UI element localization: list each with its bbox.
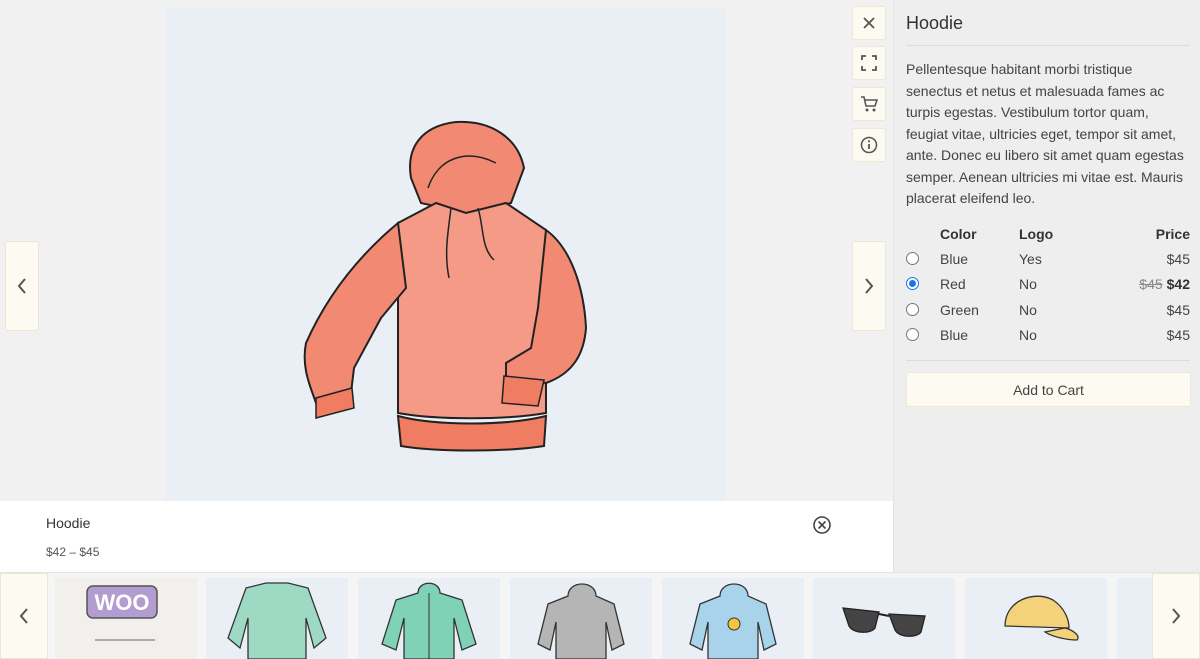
header-color: Color (940, 226, 977, 242)
thumbnail-blue-emoji-hoodie[interactable] (662, 578, 804, 659)
gray-hoodie-image (537, 583, 625, 659)
fullscreen-icon (861, 55, 877, 71)
variation-sale-price: $42 (1166, 276, 1190, 293)
info-icon (860, 136, 878, 154)
variation-radio-selected[interactable] (906, 277, 919, 291)
thumbnail-green-zip-hoodie[interactable] (358, 578, 500, 659)
variation-old-price: $45 (1139, 276, 1163, 293)
lightbox-stage: Hoodie $42 – $45 (0, 0, 893, 572)
variation-radio[interactable] (906, 328, 919, 342)
green-sweater-image (227, 582, 327, 659)
header-logo: Logo (1019, 226, 1054, 242)
cart-icon (861, 96, 878, 112)
chevron-right-icon (865, 278, 874, 294)
close-button[interactable] (852, 6, 886, 40)
product-image (166, 8, 726, 501)
variation-logo: No (1019, 327, 1037, 344)
variation-color: Green (940, 301, 979, 318)
variation-radio[interactable] (906, 302, 919, 316)
previous-image-button[interactable] (5, 241, 39, 331)
variation-price: $45 (1166, 301, 1190, 318)
yellow-cap-image (1004, 595, 1079, 641)
variation-logo: Yes (1019, 250, 1042, 267)
product-panel: Hoodie Pellentesque habitant morbi trist… (893, 0, 1200, 572)
variation-row[interactable]: Green No $45 (906, 297, 1190, 323)
variations-header: Color Logo Price (906, 222, 1190, 246)
info-button[interactable] (852, 128, 886, 162)
cart-button[interactable] (852, 87, 886, 121)
green-zip-hoodie-image (381, 582, 477, 659)
thumbnail-sunglasses[interactable] (813, 578, 955, 659)
variation-color: Blue (940, 250, 969, 267)
variation-row[interactable]: Blue No $45 (906, 323, 1190, 349)
thumbnails-next-button[interactable] (1152, 573, 1200, 659)
woo-logo-text: WOO (95, 590, 150, 615)
thumbnail-green-sweater[interactable] (206, 578, 348, 659)
thumbnail-strip: WOO (0, 572, 1200, 659)
divider (906, 360, 1190, 361)
woo-album-image: WOO (55, 578, 197, 659)
next-image-button[interactable] (852, 241, 886, 331)
fullscreen-button[interactable] (852, 46, 886, 80)
thumbnail-woo-album[interactable]: WOO (55, 578, 197, 659)
blue-emoji-hoodie-image (689, 583, 777, 659)
variation-radio[interactable] (906, 251, 919, 265)
chevron-left-icon (19, 608, 28, 624)
chevron-right-icon (1172, 608, 1181, 624)
close-icon (863, 17, 875, 29)
product-title: Hoodie (906, 13, 964, 33)
sunglasses-image (842, 607, 926, 637)
variation-color: Blue (940, 327, 969, 344)
variation-row[interactable]: Red No $45 $42 (906, 272, 1190, 298)
chevron-left-icon (17, 278, 26, 294)
divider (906, 45, 1190, 46)
variation-price: $45 (1166, 327, 1190, 344)
header-price: Price (1155, 226, 1190, 242)
caption-title: Hoodie (46, 515, 91, 531)
variation-logo: No (1019, 301, 1037, 318)
thumbnail-gray-hoodie[interactable] (510, 578, 652, 659)
variation-price: $45 (1166, 250, 1190, 267)
product-description: Pellentesque habitant morbi tristique se… (906, 61, 1184, 206)
add-to-cart-button[interactable]: Add to Cart (906, 372, 1191, 407)
variation-logo: No (1019, 276, 1037, 293)
thumbnail-yellow-cap[interactable] (965, 578, 1107, 659)
variation-color: Red (940, 276, 966, 293)
partial-item-image (1117, 578, 1157, 659)
image-caption: Hoodie $42 – $45 (0, 501, 893, 572)
caption-price: $42 – $45 (46, 545, 100, 559)
hoodie-illustration (303, 120, 588, 452)
variations-table: Color Logo Price Blue Yes $45 Red No $45… (906, 222, 1190, 348)
variation-row[interactable]: Blue Yes $45 (906, 246, 1190, 272)
thumbnail-partial-item[interactable] (1117, 578, 1157, 659)
caption-close-icon[interactable] (812, 515, 832, 535)
thumbnails-prev-button[interactable] (0, 573, 48, 659)
